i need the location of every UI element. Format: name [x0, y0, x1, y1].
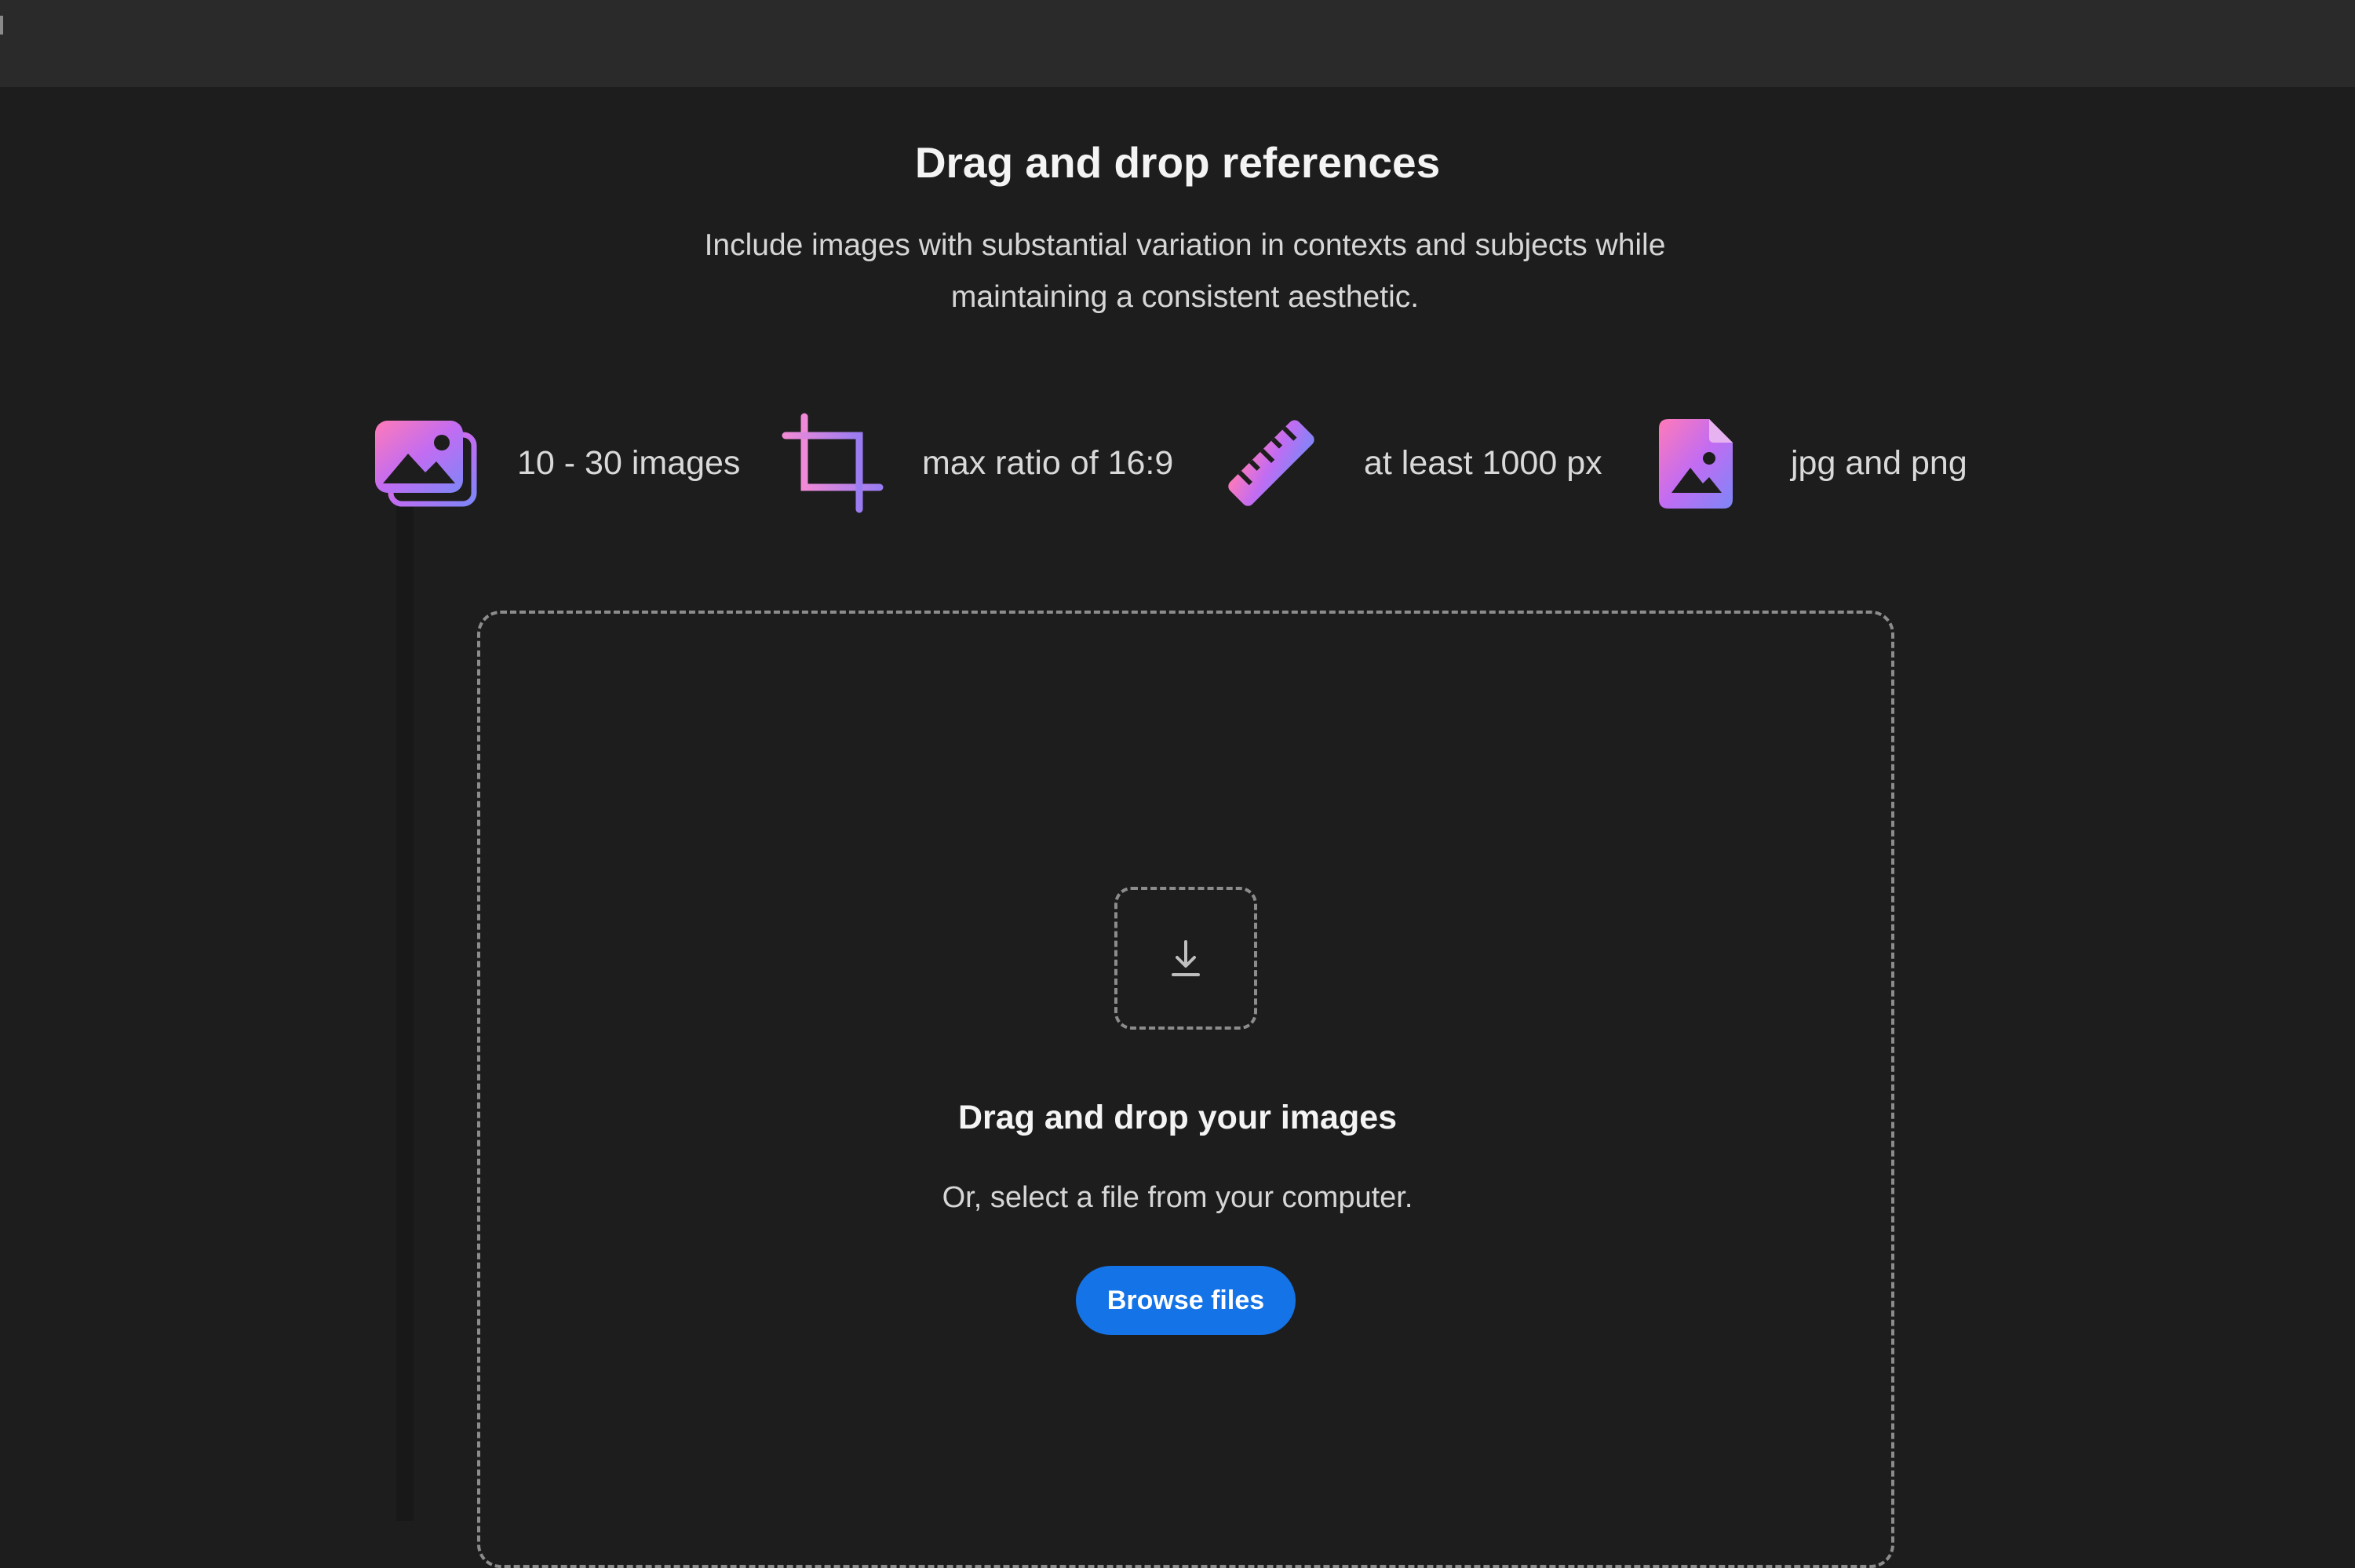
dropzone-subtitle: Or, select a file from your computer.	[942, 1181, 1413, 1214]
requirement-resolution: at least 1000 px	[1224, 412, 1602, 514]
image-file-icon	[1657, 414, 1736, 512]
ruler-icon	[1224, 414, 1318, 512]
page-subtitle: Include images with substantial variatio…	[704, 228, 1666, 314]
page-title: Drag and drop references	[914, 138, 1441, 187]
dropzone-title: Drag and drop your images	[957, 1099, 1398, 1136]
crop-icon	[781, 412, 884, 514]
side-divider	[396, 502, 414, 1521]
requirement-label: at least 1000 px	[1364, 443, 1602, 482]
top-bar	[0, 0, 2355, 87]
requirement-image-count: 10 - 30 images	[369, 412, 740, 514]
requirement-label: 10 - 30 images	[517, 443, 741, 482]
file-drop-zone[interactable]	[477, 611, 1894, 1568]
download-icon	[1170, 939, 1201, 978]
requirement-ratio: max ratio of 16:9	[781, 412, 1173, 514]
images-icon	[369, 416, 483, 510]
drop-icon-frame	[1114, 887, 1257, 1030]
requirement-format: jpg and png	[1657, 412, 1967, 514]
requirement-label: jpg and png	[1791, 443, 1967, 482]
browse-files-button[interactable]: Browse files	[1076, 1266, 1296, 1335]
window-edge-mark	[0, 16, 3, 35]
requirement-label: max ratio of 16:9	[922, 443, 1174, 482]
